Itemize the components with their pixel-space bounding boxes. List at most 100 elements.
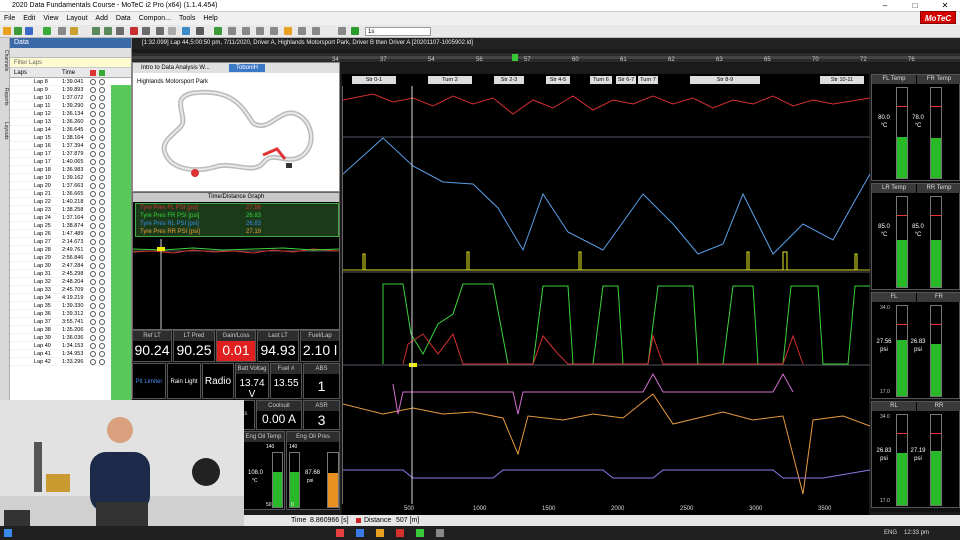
play-icon[interactable] — [351, 27, 359, 35]
taskbar-language[interactable]: ENG — [884, 526, 897, 540]
lap-scrollbar[interactable] — [111, 85, 131, 405]
save-icon[interactable] — [25, 27, 33, 35]
lap-radio-icon[interactable] — [90, 303, 96, 309]
lap-radio-icon-2[interactable] — [99, 223, 105, 229]
taskbar-app-icon[interactable] — [336, 529, 344, 537]
lap-radio-icon-2[interactable] — [99, 319, 105, 325]
tab-channels[interactable]: Channels — [1, 50, 9, 71]
tool-icon-4[interactable] — [270, 27, 278, 35]
lap-radio-icon-2[interactable] — [99, 343, 105, 349]
folder-icon[interactable] — [70, 27, 78, 35]
sector-8[interactable]: Str 10-11 — [820, 76, 864, 84]
sector-3[interactable]: Str 4-5 — [546, 76, 570, 84]
lap-radio-icon-2[interactable] — [99, 215, 105, 221]
lap-radio-icon-2[interactable] — [99, 263, 105, 269]
lap-radio-icon-2[interactable] — [99, 199, 105, 205]
lap-radio-icon-2[interactable] — [99, 183, 105, 189]
taskbar-app-icon-6[interactable] — [436, 529, 444, 537]
menu-view[interactable]: View — [39, 15, 62, 22]
sync-icon[interactable] — [182, 27, 190, 35]
menu-help[interactable]: Help — [199, 15, 221, 22]
lap-selector[interactable]: 1s — [365, 27, 431, 36]
lap-radio-icon-2[interactable] — [99, 327, 105, 333]
lap-radio-icon-2[interactable] — [99, 135, 105, 141]
lap-radio-icon[interactable] — [90, 111, 96, 117]
lap-radio-icon[interactable] — [90, 263, 96, 269]
lap-radio-icon-2[interactable] — [99, 359, 105, 365]
user-badge[interactable]: ToboniH — [229, 64, 265, 72]
lap-radio-icon-2[interactable] — [99, 79, 105, 85]
menu-data[interactable]: Data — [112, 15, 135, 22]
col-time[interactable]: Time — [62, 68, 75, 78]
lap-radio-icon[interactable] — [90, 127, 96, 133]
lap-radio-icon[interactable] — [90, 319, 96, 325]
lap-radio-icon-2[interactable] — [99, 167, 105, 173]
lap-radio-icon-2[interactable] — [99, 127, 105, 133]
layout-icon[interactable] — [104, 27, 112, 35]
taskbar-app-icon-4[interactable] — [396, 529, 404, 537]
lap-radio-icon-2[interactable] — [99, 111, 105, 117]
lap-radio-icon[interactable] — [90, 95, 96, 101]
sector-0[interactable]: Str 0-1 — [352, 76, 396, 84]
lap-radio-icon-2[interactable] — [99, 95, 105, 101]
lap-radio-icon[interactable] — [90, 199, 96, 205]
lap-radio-icon-2[interactable] — [99, 279, 105, 285]
lap-radio-icon-2[interactable] — [99, 119, 105, 125]
lap-radio-icon[interactable] — [90, 239, 96, 245]
track-tab[interactable]: Intro to Data Analysis W... — [141, 65, 210, 71]
menu-edit[interactable]: Edit — [19, 15, 39, 22]
lap-radio-icon[interactable] — [90, 343, 96, 349]
timeline-marker[interactable] — [512, 54, 518, 61]
lap-radio-icon-2[interactable] — [99, 295, 105, 301]
lap-radio-icon-2[interactable] — [99, 287, 105, 293]
lap-radio-icon[interactable] — [90, 287, 96, 293]
lap-radio-icon[interactable] — [90, 175, 96, 181]
rewind-icon[interactable] — [338, 27, 346, 35]
sector-2[interactable]: Str 2-3 — [494, 76, 524, 84]
settings-icon[interactable] — [196, 27, 204, 35]
tool-icon[interactable] — [228, 27, 236, 35]
lap-radio-icon[interactable] — [90, 119, 96, 125]
export-icon[interactable] — [214, 27, 222, 35]
lap-radio-icon[interactable] — [90, 271, 96, 277]
filter-laps-input[interactable]: Filter Laps — [10, 58, 131, 68]
lap-radio-icon[interactable] — [90, 279, 96, 285]
flag-icon[interactable] — [284, 27, 292, 35]
tool-icon-6[interactable] — [312, 27, 320, 35]
taskbar-clock[interactable]: 12:33 pm — [904, 526, 929, 540]
lap-radio-icon[interactable] — [90, 327, 96, 333]
tool-icon-2[interactable] — [242, 27, 250, 35]
add-icon[interactable] — [43, 27, 51, 35]
lap-radio-icon-2[interactable] — [99, 151, 105, 157]
lap-radio-icon[interactable] — [90, 87, 96, 93]
grid-icon-2[interactable] — [156, 27, 164, 35]
lap-radio-icon-2[interactable] — [99, 159, 105, 165]
lap-radio-icon[interactable] — [90, 183, 96, 189]
menu-add[interactable]: Add — [91, 15, 111, 22]
grid-icon[interactable] — [116, 27, 124, 35]
refresh-icon[interactable] — [14, 27, 22, 35]
lap-radio-icon-2[interactable] — [99, 351, 105, 357]
menu-components[interactable]: Compon... — [135, 15, 175, 22]
tab-reports[interactable]: Reports — [1, 88, 9, 106]
sector-1[interactable]: Turn 2 — [428, 76, 472, 84]
lap-radio-icon[interactable] — [90, 79, 96, 85]
lap-radio-icon[interactable] — [90, 167, 96, 173]
lap-radio-icon-2[interactable] — [99, 271, 105, 277]
taskbar-app-icon-2[interactable] — [356, 529, 364, 537]
menu-layout[interactable]: Layout — [62, 15, 91, 22]
workspace-icon[interactable] — [92, 27, 100, 35]
record-icon[interactable] — [130, 27, 138, 35]
lap-radio-icon-2[interactable] — [99, 191, 105, 197]
lap-radio-icon-2[interactable] — [99, 207, 105, 213]
print-icon[interactable] — [58, 27, 66, 35]
lap-radio-icon[interactable] — [90, 191, 96, 197]
lap-radio-icon-2[interactable] — [99, 303, 105, 309]
lap-radio-icon[interactable] — [90, 151, 96, 157]
lap-radio-icon[interactable] — [90, 359, 96, 365]
start-icon[interactable] — [4, 529, 12, 537]
lap-radio-icon-2[interactable] — [99, 239, 105, 245]
sector-6[interactable]: Turn 7 — [638, 76, 658, 84]
lap-radio-icon[interactable] — [90, 159, 96, 165]
lap-radio-icon[interactable] — [90, 143, 96, 149]
